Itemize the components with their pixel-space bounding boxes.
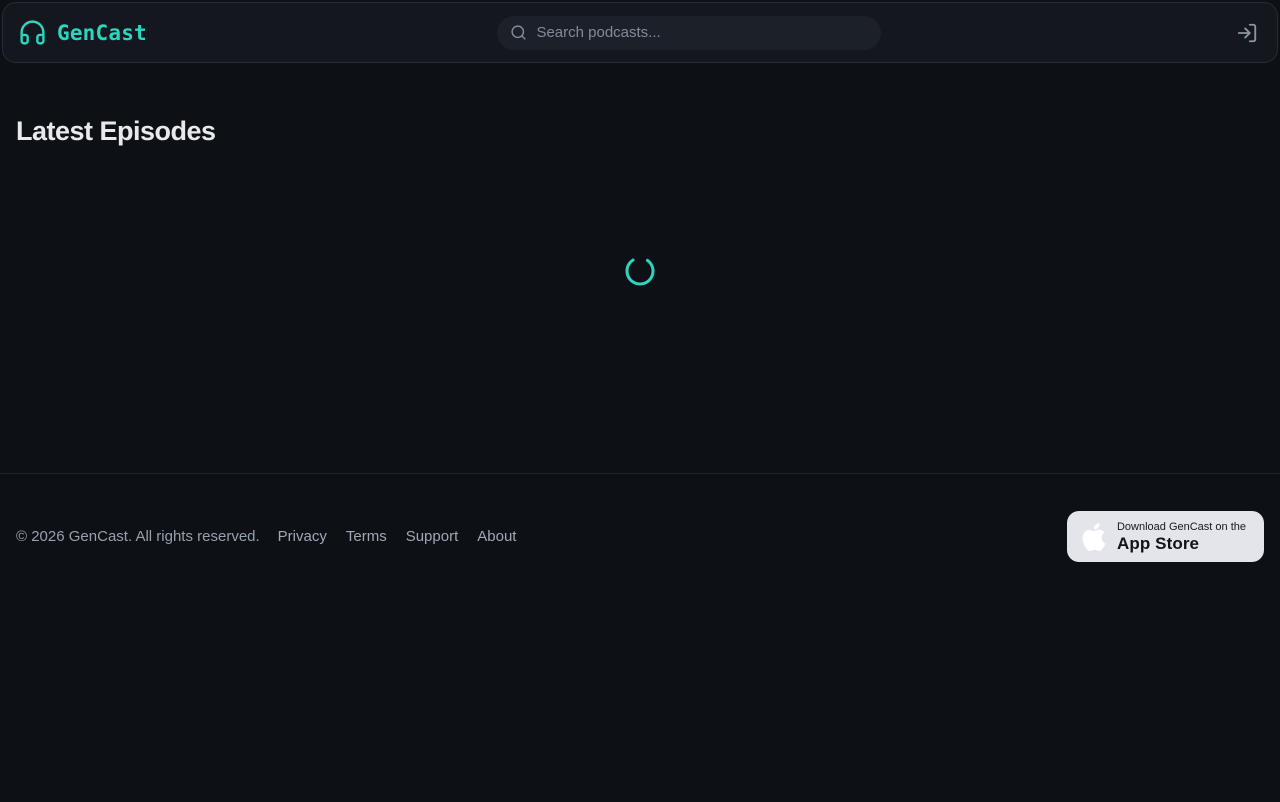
app-store-tagline: Download GenCast on the <box>1116 521 1246 533</box>
login-button[interactable] <box>1232 18 1262 48</box>
footer-link-privacy[interactable]: Privacy <box>278 528 327 545</box>
search-icon <box>510 24 527 41</box>
footer-nav: Privacy Terms Support About <box>278 528 517 545</box>
footer-link-about[interactable]: About <box>477 528 516 545</box>
app-store-text: Download GenCast on the App Store <box>1117 520 1246 553</box>
app-store-label: App Store <box>1116 534 1200 553</box>
spinner-icon <box>624 255 656 287</box>
footer-link-terms[interactable]: Terms <box>346 528 387 545</box>
brand-name: GenCast <box>57 20 147 45</box>
loading-area <box>16 147 1264 395</box>
apple-icon <box>1080 522 1108 551</box>
brand-logo[interactable]: GenCast <box>18 18 147 47</box>
search-input[interactable] <box>536 24 869 41</box>
footer: © 2026 GenCast. All rights reserved. Pri… <box>0 473 1280 562</box>
header: GenCast <box>2 2 1278 63</box>
main-content: Latest Episodes <box>0 115 1280 473</box>
headphones-icon <box>18 18 47 47</box>
copyright-text: © 2026 GenCast. All rights reserved. <box>16 528 260 545</box>
search-bar[interactable] <box>497 15 882 50</box>
page-title: Latest Episodes <box>16 116 216 146</box>
footer-left: © 2026 GenCast. All rights reserved. Pri… <box>16 528 516 545</box>
login-icon <box>1236 22 1258 44</box>
app-store-button[interactable]: Download GenCast on the App Store <box>1066 511 1264 562</box>
footer-link-support[interactable]: Support <box>406 528 459 545</box>
